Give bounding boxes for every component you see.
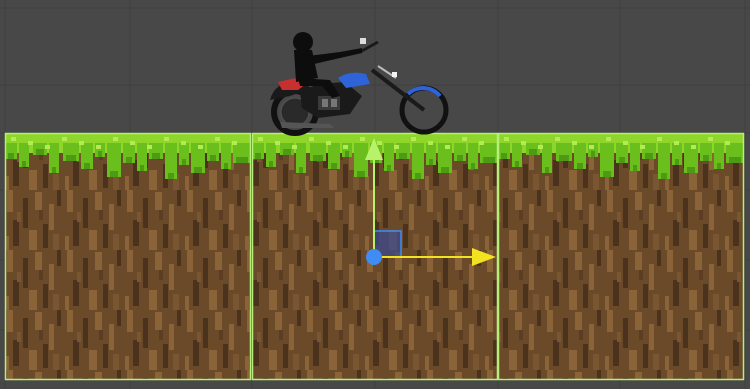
- ground-tile-1[interactable]: [4, 132, 252, 381]
- ground-tile-3[interactable]: [497, 132, 745, 381]
- pivot-handle[interactable]: [366, 249, 382, 265]
- scene-canvas[interactable]: [0, 0, 750, 389]
- scene-view[interactable]: [0, 0, 750, 389]
